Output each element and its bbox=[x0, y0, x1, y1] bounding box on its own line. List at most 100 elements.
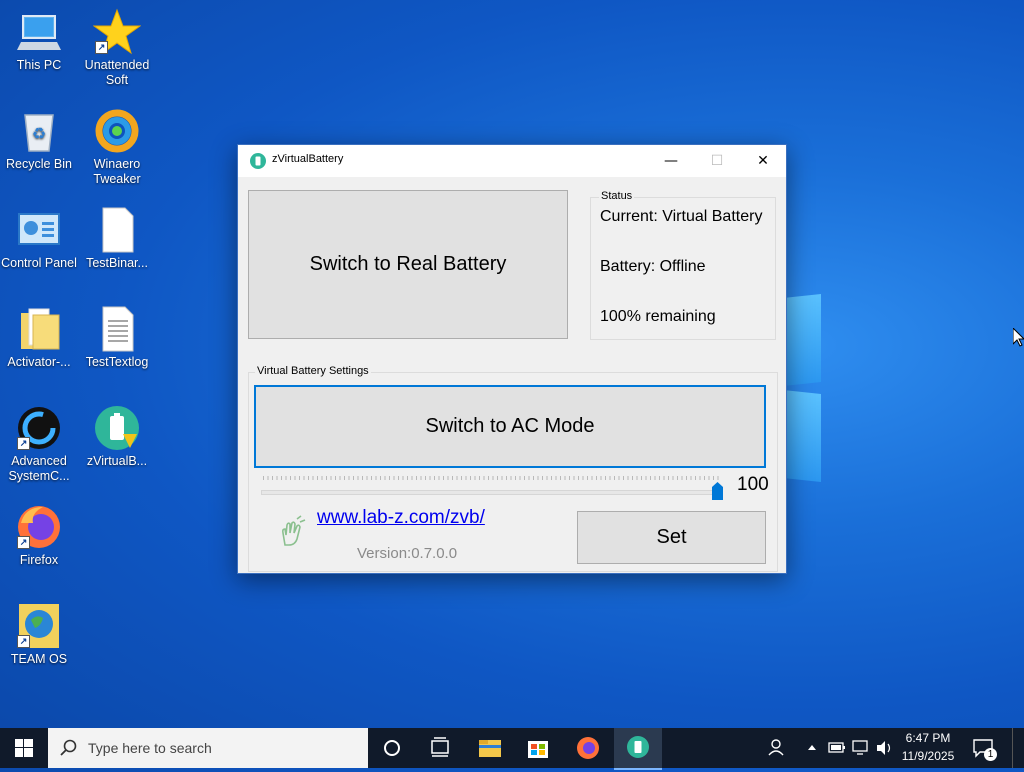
battery-icon bbox=[828, 742, 845, 753]
desktop-icon-label: TestBinar... bbox=[86, 256, 148, 270]
slider-value: 100 bbox=[737, 474, 769, 495]
store-button[interactable] bbox=[514, 728, 562, 768]
desktop-icon-testtextlog[interactable]: TestTextlog bbox=[78, 305, 156, 370]
clock-date[interactable]: 11/9/2025 bbox=[898, 749, 958, 763]
clock-time[interactable]: 6:47 PM bbox=[898, 731, 958, 745]
switch-to-real-battery-button[interactable]: Switch to Real Battery bbox=[248, 190, 568, 339]
firefox-icon bbox=[577, 737, 599, 759]
minimize-button[interactable]: — bbox=[648, 145, 694, 177]
firefox-taskbar-button[interactable] bbox=[564, 728, 612, 768]
battery-state-text: Battery: Offline bbox=[600, 258, 706, 275]
volume-icon bbox=[877, 741, 891, 755]
zvirtualbattery-window: zVirtualBattery — ☐ ✕ Switch to Real Bat… bbox=[237, 144, 787, 574]
battery-tray-button[interactable] bbox=[826, 728, 848, 768]
current-mode-text: Current: Virtual Battery bbox=[600, 208, 763, 225]
zvirtualbattery-icon bbox=[250, 153, 266, 169]
virtual-battery-settings-group: Virtual Battery Settings Switch to AC Mo… bbox=[248, 365, 778, 572]
desktop-icon-advanced-systemcare[interactable]: ↗ Advanced SystemC... bbox=[0, 404, 78, 484]
title-bar[interactable]: zVirtualBattery — ☐ ✕ bbox=[238, 145, 786, 177]
settings-legend: Virtual Battery Settings bbox=[255, 365, 371, 377]
chevron-up-icon bbox=[808, 745, 816, 750]
shortcut-arrow-icon: ↗ bbox=[95, 41, 108, 54]
desktop-icon-activator[interactable]: Activator-... bbox=[0, 305, 78, 370]
desktop-icon-firefox[interactable]: ↗ Firefox bbox=[0, 503, 78, 568]
store-icon bbox=[528, 741, 548, 758]
desktop-icon-recycle-bin[interactable]: ♻ Recycle Bin bbox=[0, 107, 78, 172]
search-icon bbox=[60, 739, 77, 756]
desktop-icon-testbinar[interactable]: TestBinar... bbox=[78, 206, 156, 271]
desktop-icon-winaero[interactable]: Winaero Tweaker bbox=[78, 107, 156, 187]
zvirtualbattery-icon bbox=[627, 736, 649, 758]
globe-icon: ↗ bbox=[15, 602, 63, 650]
desktop-icon-team-os[interactable]: ↗ TEAM OS bbox=[0, 602, 78, 667]
shortcut-arrow-icon: ↗ bbox=[17, 437, 30, 450]
hand-wave-icon bbox=[277, 515, 307, 547]
zvirtualbattery-icon bbox=[93, 404, 141, 452]
status-legend: Status bbox=[599, 190, 635, 202]
desktop-icon-label: Control Panel bbox=[1, 256, 77, 270]
folder-icon bbox=[15, 305, 63, 353]
desktop-icon-label: Winaero Tweaker bbox=[93, 157, 141, 186]
people-button[interactable] bbox=[764, 728, 790, 768]
maximize-button[interactable]: ☐ bbox=[694, 145, 740, 177]
cortana-icon bbox=[384, 740, 400, 756]
file-explorer-icon bbox=[479, 740, 501, 757]
notification-count-badge: 1 bbox=[984, 748, 997, 761]
battery-remaining-text: 100% remaining bbox=[600, 308, 716, 325]
file-explorer-button[interactable] bbox=[466, 728, 514, 768]
desktop-icon-label: Activator-... bbox=[7, 355, 71, 369]
advanced-systemcare-icon: ↗ bbox=[15, 404, 63, 452]
control-panel-icon bbox=[15, 206, 63, 254]
slider-ticks bbox=[263, 476, 719, 480]
notification-icon bbox=[973, 739, 993, 758]
desktop-icon-label: Unattended Soft bbox=[84, 58, 150, 87]
search-placeholder: Type here to search bbox=[88, 740, 212, 756]
volume-tray-button[interactable] bbox=[874, 728, 896, 768]
show-desktop-button[interactable] bbox=[1012, 728, 1024, 768]
text-file-icon bbox=[93, 305, 141, 353]
zvirtualbattery-taskbar-button[interactable] bbox=[614, 728, 662, 770]
computer-icon bbox=[15, 8, 63, 56]
close-button[interactable]: ✕ bbox=[740, 145, 786, 177]
switch-to-ac-mode-button[interactable]: Switch to AC Mode bbox=[254, 385, 766, 468]
mouse-cursor-icon bbox=[1012, 326, 1024, 351]
task-view-button[interactable] bbox=[416, 728, 464, 768]
shortcut-arrow-icon: ↗ bbox=[17, 536, 30, 549]
recycle-bin-icon: ♻ bbox=[15, 107, 63, 155]
desktop-icon-label: zVirtualB... bbox=[86, 454, 148, 468]
windows-logo-icon bbox=[15, 739, 33, 757]
desktop-icon-label: TestTextlog bbox=[85, 355, 149, 369]
action-center-button[interactable]: 1 bbox=[966, 728, 1000, 768]
people-icon bbox=[768, 739, 784, 756]
task-view-icon bbox=[431, 737, 449, 757]
show-hidden-icons-button[interactable] bbox=[802, 728, 822, 768]
set-button[interactable]: Set bbox=[577, 511, 766, 564]
desktop-icon-unattended-soft[interactable]: ↗ Unattended Soft bbox=[78, 8, 156, 88]
start-button[interactable] bbox=[0, 728, 48, 768]
network-tray-button[interactable] bbox=[850, 728, 872, 768]
desktop-icon-label: TEAM OS bbox=[10, 652, 68, 666]
desktop-icon-label: Advanced SystemC... bbox=[8, 454, 70, 483]
file-icon bbox=[93, 206, 141, 254]
star-icon: ↗ bbox=[92, 8, 142, 56]
taskbar-search-box[interactable]: Type here to search bbox=[48, 728, 368, 768]
cortana-button[interactable] bbox=[368, 728, 416, 768]
firefox-icon: ↗ bbox=[15, 503, 63, 551]
slider-thumb[interactable] bbox=[712, 482, 723, 500]
desktop-icon-label: Recycle Bin bbox=[6, 157, 72, 171]
status-group: Status Current: Virtual Battery Battery:… bbox=[590, 190, 776, 340]
desktop-icon-label: This PC bbox=[16, 58, 62, 72]
network-icon bbox=[852, 740, 868, 755]
desktop-icon-this-pc[interactable]: This PC bbox=[0, 8, 78, 73]
version-text: Version:0.7.0.0 bbox=[357, 545, 458, 562]
window-client-area: Switch to Real Battery Status Current: V… bbox=[238, 177, 786, 573]
window-title: zVirtualBattery bbox=[272, 153, 344, 165]
desktop-icon-label: Firefox bbox=[19, 553, 59, 567]
taskbar: Type here to search 6:47 PM 11/9/2025 1 bbox=[0, 728, 1024, 770]
battery-level-slider[interactable] bbox=[261, 490, 723, 495]
desktop-icon-zvirtualbattery[interactable]: zVirtualB... bbox=[78, 404, 156, 469]
website-link[interactable]: www.lab-z.com/zvb/ bbox=[317, 507, 485, 529]
desktop-icon-control-panel[interactable]: Control Panel bbox=[0, 206, 78, 271]
svg-text:♻: ♻ bbox=[32, 126, 46, 143]
shortcut-arrow-icon: ↗ bbox=[17, 635, 30, 648]
